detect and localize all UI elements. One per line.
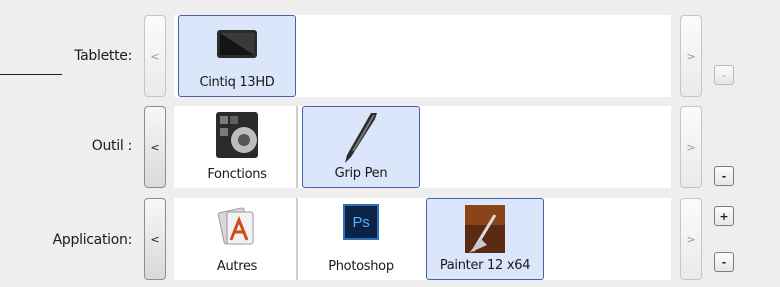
callout-line [0, 74, 62, 75]
tool-item-label: Grip Pen [334, 166, 388, 181]
tablet-icon [217, 30, 257, 58]
application-item-label: Painter 12 x64 [439, 258, 531, 273]
tool-row-label: Outil : [91, 138, 133, 154]
tool-next-button[interactable]: > [680, 106, 702, 188]
application-item-photoshop[interactable]: Ps Photoshop [304, 198, 418, 280]
tool-item-fonctions[interactable]: Fonctions [180, 106, 294, 188]
tool-separator [296, 106, 298, 188]
tablet-item-label: Cintiq 13HD [199, 75, 275, 90]
tablet-prev-button[interactable]: < [144, 15, 166, 97]
tablet-next-button[interactable]: > [680, 15, 702, 97]
application-remove-button[interactable]: - [714, 252, 734, 272]
functions-icon [216, 112, 258, 158]
tablet-item-cintiq[interactable]: Cintiq 13HD [178, 15, 296, 97]
application-item-painter[interactable]: Painter 12 x64 [426, 198, 544, 280]
application-next-button[interactable]: > [680, 198, 702, 280]
application-row-label: Application: [52, 232, 133, 248]
tool-strip: Fonctions Grip Pen [174, 106, 671, 188]
tool-remove-button[interactable]: - [714, 166, 734, 186]
tablet-strip: Cintiq 13HD [174, 15, 671, 97]
tool-item-label: Fonctions [207, 167, 267, 182]
application-separator [296, 198, 298, 280]
tablet-remove-button[interactable]: - [714, 65, 734, 85]
application-item-autres[interactable]: Autres [180, 198, 294, 280]
application-item-label: Photoshop [328, 259, 394, 274]
application-add-button[interactable]: + [714, 206, 734, 226]
application-item-label: Autres [216, 259, 258, 274]
application-strip: Autres Ps Photoshop Painter 12 x64 [174, 198, 671, 280]
other-apps-icon [217, 207, 254, 245]
tool-prev-button[interactable]: < [144, 106, 166, 188]
photoshop-icon: Ps [343, 204, 379, 240]
pen-icon [345, 113, 377, 163]
tool-item-grip-pen[interactable]: Grip Pen [302, 106, 420, 188]
painter-icon [465, 205, 505, 253]
tablet-row-label: Tablette: [74, 48, 132, 64]
application-prev-button[interactable]: < [144, 198, 166, 280]
